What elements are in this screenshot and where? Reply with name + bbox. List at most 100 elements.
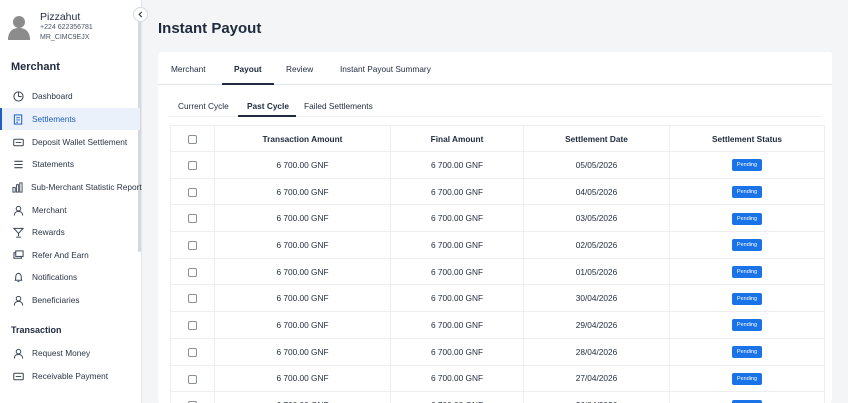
sidebar-item-label: Sub-Merchant Statistic Report [31, 182, 142, 192]
row-checkbox[interactable] [188, 161, 197, 170]
sidebar-item-sub-merchant-statistic-report[interactable]: Sub-Merchant Statistic Report [0, 176, 142, 198]
row-checkbox[interactable] [188, 187, 197, 197]
chart-icon [12, 181, 23, 193]
transaction-amount-cell: 6 700.00 GNF [214, 151, 391, 179]
settlement-status-cell: Pending [669, 151, 825, 179]
payout-card: Merchant Payout Review Instant Payout Su… [158, 52, 832, 403]
sidebar-item-statements[interactable]: Statements [0, 153, 140, 175]
users-icon [12, 294, 24, 306]
settlement-date-cell: 04/05/2026 [523, 177, 670, 206]
row-select-cell [170, 257, 215, 286]
sidebar-item-merchant[interactable]: Merchant [0, 199, 140, 221]
sidebar-item-label: Request Money [32, 348, 91, 358]
sidebar-item-settlements[interactable]: Settlements [0, 108, 140, 130]
row-checkbox[interactable] [188, 321, 197, 331]
settlements-table: Transaction Amount Final Amount Settleme… [170, 125, 825, 403]
header-settlement-status: Settlement Status [669, 125, 825, 152]
settlement-status-cell: Pending [669, 337, 825, 366]
sidebar-item-rewards[interactable]: Rewards [0, 221, 140, 243]
final-amount-cell: 6 700.00 GNF [390, 177, 524, 206]
table-row: 6 700.00 GNF 6 700.00 GNF 04/05/2026 Pendin… [170, 177, 825, 206]
transaction-amount-cell: 6 700.00 GNF [214, 204, 391, 233]
status-badge: Pending [731, 319, 763, 332]
settlement-status-cell: Pending [669, 231, 825, 259]
active-tab-indicator [222, 83, 274, 85]
settlement-date-cell: 29/04/2026 [523, 311, 670, 339]
dashboard-icon [12, 90, 24, 102]
sidebar-item-receivable-payment[interactable]: Receivable Payment [0, 365, 140, 387]
sidebar-item-label: Merchant [32, 205, 67, 215]
settlement-status-cell: Pending [669, 284, 825, 313]
header-transaction-amount: Transaction Amount [214, 125, 391, 152]
status-badge: Pending [731, 346, 763, 359]
tab-payout[interactable]: Payout [234, 64, 262, 74]
table-row: 6 700.00 GNF6 700.00 GNF26/04/2026Pendin… [170, 391, 825, 403]
status-badge: Pending [731, 212, 763, 225]
settlement-date-cell: 28/04/2026 [523, 337, 670, 366]
sidebar-item-refer-and-earn[interactable]: Refer And Earn [0, 244, 140, 266]
row-select-cell [170, 364, 215, 393]
row-checkbox[interactable] [188, 374, 197, 384]
row-checkbox[interactable] [188, 267, 197, 277]
status-badge: Pending [731, 292, 763, 305]
transaction-amount-cell: 6 700.00 GNF [214, 337, 391, 366]
final-amount-cell: 6 700.00 GNF [390, 311, 524, 339]
sidebar-item-label: Dashboard [32, 91, 73, 101]
sidebar-item-label: Deposit Wallet Settlement [32, 137, 128, 147]
table-row: 6 700.00 GNF 6 700.00 GNF 29/04/2026 Pendin… [170, 311, 825, 339]
wallet-icon [12, 370, 24, 382]
table-row: 6 700.00 GNF 6 700.00 GNF 03/05/2026 Pendin… [170, 204, 825, 233]
bell-icon [12, 271, 24, 283]
sidebar-item-notifications[interactable]: Notifications [0, 266, 140, 288]
table-row: 6 700.00 GNF 6 700.00 GNF 02/05/2026 Pendin… [170, 231, 825, 259]
settlements-icon [12, 113, 24, 125]
sidebar-item-dashboard[interactable]: Dashboard [0, 85, 140, 107]
trophy-icon [12, 226, 24, 238]
avatar [8, 16, 30, 40]
final-amount-cell: 6 700.00 GNF [390, 391, 524, 403]
sidebar-item-deposit-wallet-settlement[interactable]: Deposit Wallet Settlement [0, 131, 140, 153]
row-select-cell [170, 204, 215, 233]
row-checkbox[interactable] [188, 214, 197, 224]
status-badge: Pending [731, 186, 763, 199]
transaction-amount-cell: 6 700.00 GNF [214, 364, 391, 393]
select-all-cell [170, 125, 215, 152]
transaction-amount-cell: 6 700.00 GNF [214, 231, 391, 259]
sidebar-item-request-money[interactable]: Request Money [0, 342, 140, 364]
row-checkbox[interactable] [188, 241, 197, 251]
profile-id: MR_CIMC9EJX [40, 34, 90, 41]
sidebar-item-label: Rewards [32, 227, 65, 237]
table-row: 6 700.00 GNF 6 700.00 GNF 30/04/2026 Pendin… [170, 284, 825, 313]
transaction-amount-cell: 6 700.00 GNF [214, 284, 391, 313]
tab-past-cycle[interactable]: Past Cycle [247, 101, 289, 111]
refer-icon [12, 249, 24, 261]
settlement-status-cell: Pending [669, 204, 825, 233]
table-row: 6 700.00 GNF 6 700.00 GNF 27/04/2026 Pendin… [170, 364, 825, 393]
sidebar-item-label: Receivable Payment [32, 371, 109, 381]
settlement-status-cell: Pending [669, 364, 825, 393]
row-checkbox[interactable] [188, 294, 197, 304]
top-tabs: Merchant Payout Review Instant Payout Su… [158, 52, 832, 85]
select-all-checkbox[interactable] [188, 134, 197, 144]
transaction-amount-cell: 6 700.00 GNF [214, 311, 391, 339]
sidebar: Pizzahut +224 622356781 MR_CIMC9EJX Merc… [0, 0, 142, 403]
transaction-amount-cell: 6 700.00 GNF [214, 177, 391, 206]
status-badge: Pending [731, 399, 763, 403]
page-title: Instant Payout [158, 20, 262, 37]
tab-review[interactable]: Review [286, 64, 313, 74]
table-row: 6 700.00 GNF 6 700.00 GNF 05/05/2026 Pendin… [170, 151, 825, 179]
tab-instant-payout-summary[interactable]: Instant Payout Summary [340, 64, 431, 74]
tab-failed-settlements[interactable]: Failed Settlements [304, 101, 373, 111]
sidebar-item-beneficiaries[interactable]: Beneficiaries [0, 289, 140, 311]
settlement-date-cell: 02/05/2026 [523, 231, 670, 259]
tab-merchant[interactable]: Merchant [171, 64, 206, 74]
final-amount-cell: 6 700.00 GNF [390, 257, 524, 286]
final-amount-cell: 6 700.00 GNF [390, 364, 524, 393]
collapse-sidebar-button[interactable] [133, 7, 148, 22]
row-checkbox[interactable] [188, 347, 197, 357]
wallet-icon [12, 136, 24, 148]
tab-current-cycle[interactable]: Current Cycle [178, 101, 229, 111]
row-select-cell [170, 151, 215, 179]
status-badge: Pending [731, 239, 763, 252]
chevron-left-icon [138, 11, 143, 18]
